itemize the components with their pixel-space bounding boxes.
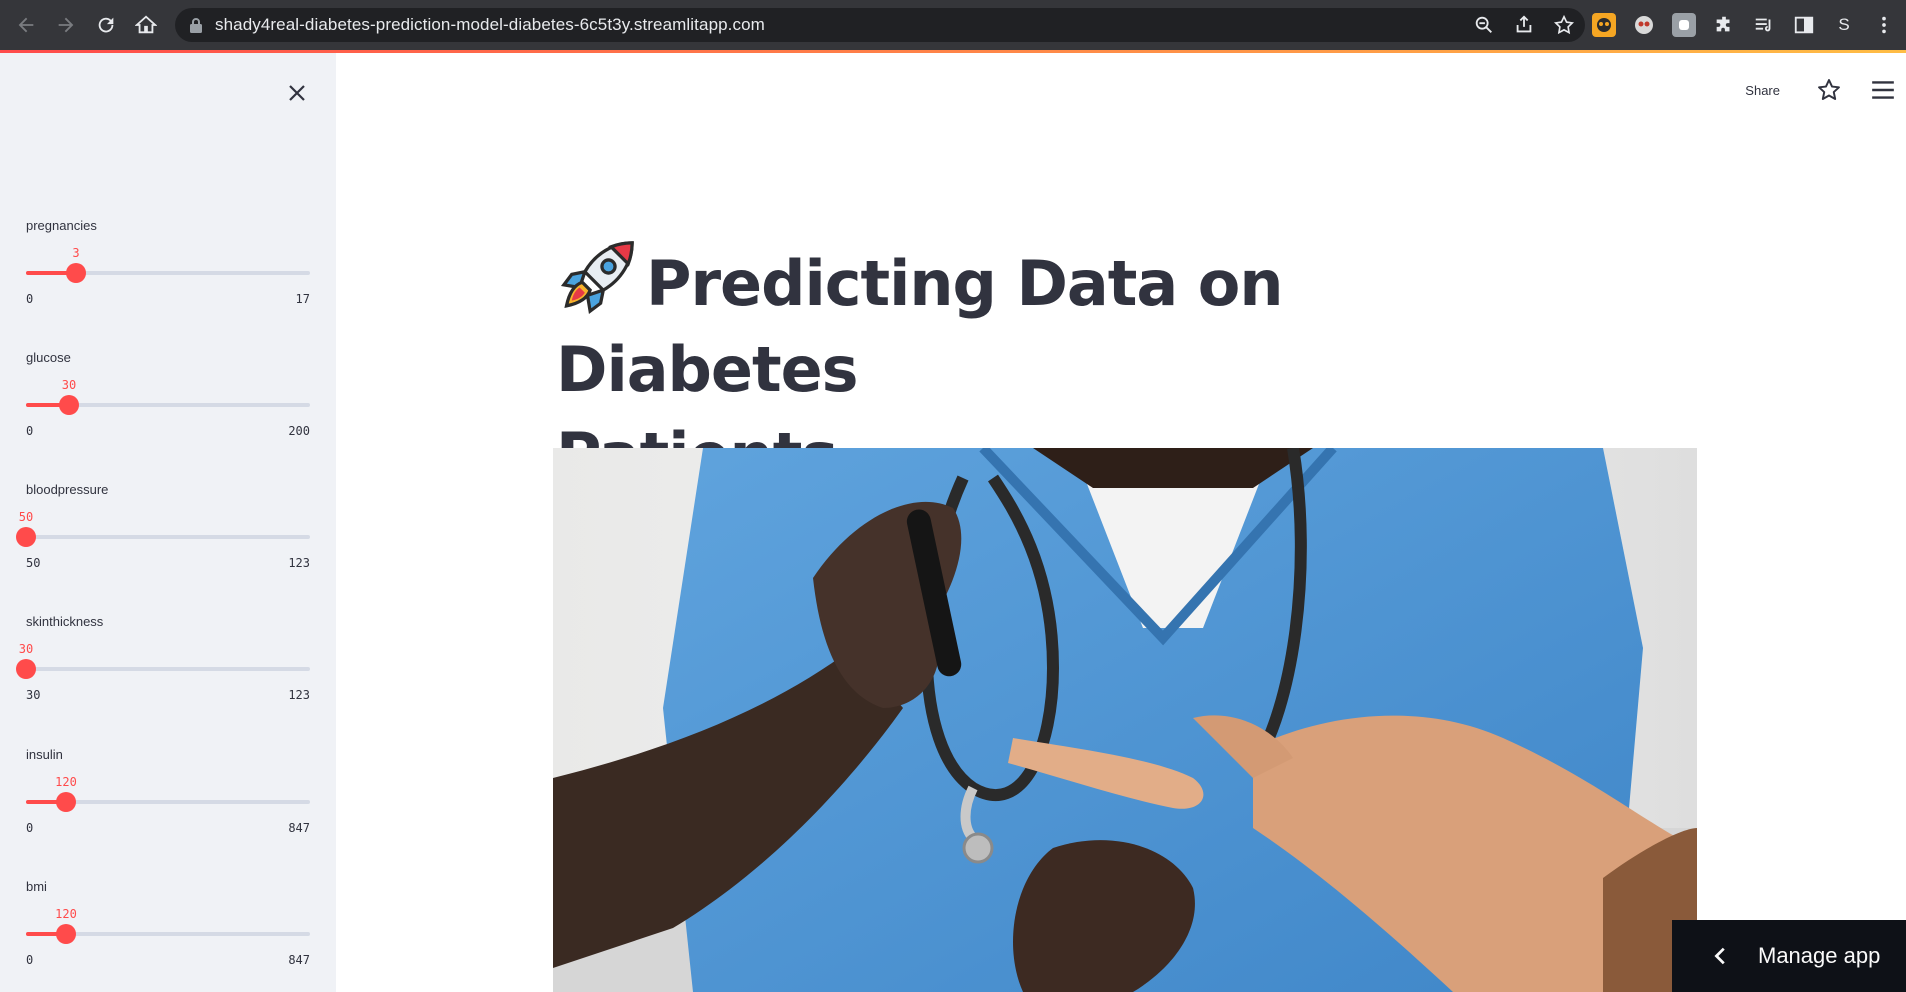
slider-min: 0 xyxy=(26,821,34,835)
slider-track[interactable] xyxy=(26,395,310,415)
slider-max: 123 xyxy=(288,688,310,702)
manage-app-button[interactable]: Manage app xyxy=(1672,920,1906,992)
slider-value: 30 xyxy=(61,378,77,392)
slider-label: glucose xyxy=(26,350,71,365)
media-control-icon[interactable] xyxy=(1752,13,1776,37)
slider-max: 847 xyxy=(288,953,310,967)
slider-bloodpressure: bloodpressure 50 50 123 xyxy=(16,482,310,592)
slider-pregnancies: pregnancies 3 0 17 xyxy=(26,218,310,328)
slider-thumb[interactable] xyxy=(56,924,76,944)
slider-min: 0 xyxy=(26,424,34,438)
slider-min: 30 xyxy=(26,688,41,702)
slider-track[interactable] xyxy=(16,527,310,547)
slider-skinthickness: skinthickness 30 30 123 xyxy=(16,614,310,724)
slider-thumb[interactable] xyxy=(66,263,86,283)
slider-label: skinthickness xyxy=(26,614,104,629)
star-icon xyxy=(1818,79,1840,100)
share-page-icon[interactable] xyxy=(1513,14,1535,36)
home-button[interactable] xyxy=(126,5,166,45)
close-icon xyxy=(289,85,305,101)
side-panel-icon[interactable] xyxy=(1792,13,1816,37)
slider-thumb[interactable] xyxy=(16,527,36,547)
app-toolbar: Share xyxy=(1745,75,1906,105)
slider-value: 50 xyxy=(18,510,34,524)
slider-label: bloodpressure xyxy=(26,482,109,497)
slider-min: 50 xyxy=(26,556,41,570)
share-button[interactable]: Share xyxy=(1745,83,1780,98)
arrow-left-icon xyxy=(18,17,34,33)
arrow-right-icon xyxy=(58,17,74,33)
slider-insulin: insulin 120 0 847 xyxy=(26,747,310,857)
extension-3-icon[interactable] xyxy=(1672,13,1696,37)
manage-app-label: Manage app xyxy=(1758,943,1881,968)
slider-bmi: bmi 120 0 847 xyxy=(26,879,310,989)
browser-menu-icon[interactable] xyxy=(1872,13,1896,37)
slider-value: 120 xyxy=(55,775,77,789)
slider-track[interactable] xyxy=(26,792,310,812)
slider-label: insulin xyxy=(26,747,63,762)
url-text: shady4real-diabetes-prediction-model-dia… xyxy=(215,15,765,34)
title-line-1: Predicting Data on Diabetes xyxy=(556,247,1284,406)
slider-value: 120 xyxy=(55,907,77,921)
extensions-puzzle-icon[interactable] xyxy=(1712,13,1736,37)
slider-glucose: glucose 30 0 200 xyxy=(26,350,310,460)
hero-image xyxy=(553,448,1697,992)
rocket-icon xyxy=(560,241,634,315)
slider-track[interactable] xyxy=(26,263,310,283)
address-bar[interactable]: shady4real-diabetes-prediction-model-dia… xyxy=(175,8,1585,42)
slider-value: 30 xyxy=(18,642,34,656)
favorite-button[interactable] xyxy=(1814,75,1844,105)
slider-thumb[interactable] xyxy=(56,792,76,812)
browser-toolbar: shady4real-diabetes-prediction-model-dia… xyxy=(0,0,1906,50)
close-sidebar-button[interactable] xyxy=(281,77,313,109)
slider-thumb[interactable] xyxy=(59,395,79,415)
forward-button[interactable] xyxy=(46,5,86,45)
extension-1-icon[interactable] xyxy=(1592,13,1616,37)
slider-min: 0 xyxy=(26,292,34,306)
back-button[interactable] xyxy=(6,5,46,45)
bookmark-star-icon[interactable] xyxy=(1553,14,1575,36)
slider-track[interactable] xyxy=(16,659,310,679)
lock-icon xyxy=(190,18,202,33)
hamburger-menu-icon xyxy=(1872,81,1894,99)
sidebar: pregnancies 3 0 17 glucose 30 0 200 bloo… xyxy=(0,53,336,992)
extension-2-icon[interactable] xyxy=(1632,13,1656,37)
slider-label: bmi xyxy=(26,879,47,894)
medical-photo-image xyxy=(553,448,1697,992)
chevron-left-icon xyxy=(1714,947,1725,965)
reload-icon xyxy=(98,17,114,33)
slider-value: 3 xyxy=(72,246,80,260)
zoom-icon[interactable] xyxy=(1473,14,1495,36)
main-content: Share Predicting Data on DiabetesPatient… xyxy=(336,53,1906,992)
home-icon xyxy=(135,15,157,34)
slider-max: 847 xyxy=(288,821,310,835)
slider-max: 200 xyxy=(288,424,310,438)
slider-track[interactable] xyxy=(26,924,310,944)
slider-min: 0 xyxy=(26,953,34,967)
main-menu-button[interactable] xyxy=(1868,75,1898,105)
slider-max: 17 xyxy=(295,292,310,306)
slider-max: 123 xyxy=(288,556,310,570)
slider-label: pregnancies xyxy=(26,218,97,233)
slider-thumb[interactable] xyxy=(16,659,36,679)
profile-avatar[interactable]: S xyxy=(1832,15,1856,35)
reload-button[interactable] xyxy=(86,5,126,45)
